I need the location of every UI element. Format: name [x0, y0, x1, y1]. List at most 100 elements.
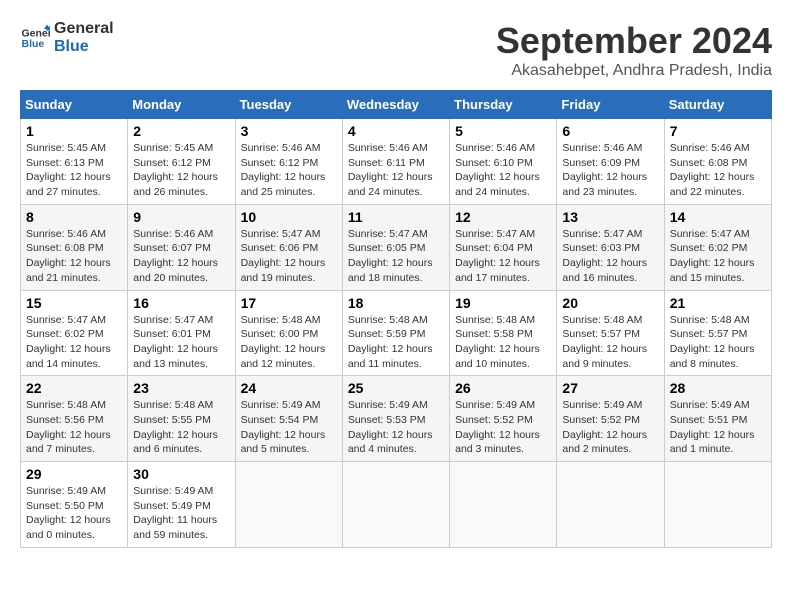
calendar-cell — [557, 462, 664, 548]
day-number: 11 — [348, 209, 444, 225]
day-number: 12 — [455, 209, 551, 225]
calendar-cell: 28 Sunrise: 5:49 AM Sunset: 5:51 PM Dayli… — [664, 376, 771, 462]
day-number: 26 — [455, 380, 551, 396]
subtitle: Akasahebpet, Andhra Pradesh, India — [496, 62, 772, 80]
calendar-cell: 7 Sunrise: 5:46 AM Sunset: 6:08 PM Daylig… — [664, 119, 771, 205]
weekday-header: Wednesday — [342, 91, 449, 119]
calendar-cell: 1 Sunrise: 5:45 AM Sunset: 6:13 PM Daylig… — [21, 119, 128, 205]
weekday-header: Thursday — [450, 91, 557, 119]
calendar-cell: 2Sunrise: 5:45 AM Sunset: 6:12 PM Daylig… — [128, 119, 235, 205]
title-block: September 2024 Akasahebpet, Andhra Prade… — [496, 20, 772, 80]
logo-line2: Blue — [54, 38, 114, 56]
day-info: Sunrise: 5:46 AM Sunset: 6:10 PM Dayligh… — [455, 141, 551, 200]
day-info: Sunrise: 5:47 AM Sunset: 6:02 PM Dayligh… — [26, 313, 122, 372]
calendar-cell — [664, 462, 771, 548]
calendar-cell: 25 Sunrise: 5:49 AM Sunset: 5:53 PM Dayli… — [342, 376, 449, 462]
day-number: 16 — [133, 295, 229, 311]
day-info: Sunrise: 5:48 AM Sunset: 5:58 PM Dayligh… — [455, 313, 551, 372]
svg-text:Blue: Blue — [22, 38, 45, 50]
calendar-cell: 6 Sunrise: 5:46 AM Sunset: 6:09 PM Daylig… — [557, 119, 664, 205]
day-info: Sunrise: 5:47 AM Sunset: 6:02 PM Dayligh… — [670, 227, 766, 286]
calendar-cell: 21 Sunrise: 5:48 AM Sunset: 5:57 PM Dayli… — [664, 290, 771, 376]
weekday-header: Sunday — [21, 91, 128, 119]
day-number: 6 — [562, 123, 658, 139]
day-number: 29 — [26, 466, 122, 482]
day-info: Sunrise: 5:47 AM Sunset: 6:05 PM Dayligh… — [348, 227, 444, 286]
day-number: 5 — [455, 123, 551, 139]
calendar-cell: 10 Sunrise: 5:47 AM Sunset: 6:06 PM Dayli… — [235, 204, 342, 290]
calendar-cell: 5 Sunrise: 5:46 AM Sunset: 6:10 PM Daylig… — [450, 119, 557, 205]
day-info: Sunrise: 5:49 AM Sunset: 5:54 PM Dayligh… — [241, 398, 337, 457]
logo-icon: General Blue — [20, 23, 50, 53]
day-number: 1 — [26, 123, 122, 139]
day-number: 9 — [133, 209, 229, 225]
day-number: 24 — [241, 380, 337, 396]
day-info: Sunrise: 5:48 AM Sunset: 5:57 PM Dayligh… — [670, 313, 766, 372]
calendar-cell: 16 Sunrise: 5:47 AM Sunset: 6:01 PM Dayli… — [128, 290, 235, 376]
day-info: Sunrise: 5:49 AM Sunset: 5:53 PM Dayligh… — [348, 398, 444, 457]
day-info: Sunrise: 5:45 AM Sunset: 6:13 PM Dayligh… — [26, 141, 122, 200]
day-number: 20 — [562, 295, 658, 311]
day-number: 30 — [133, 466, 229, 482]
day-number: 7 — [670, 123, 766, 139]
calendar-cell: 4 Sunrise: 5:46 AM Sunset: 6:11 PM Daylig… — [342, 119, 449, 205]
day-info: Sunrise: 5:49 AM Sunset: 5:51 PM Dayligh… — [670, 398, 766, 457]
day-info: Sunrise: 5:47 AM Sunset: 6:01 PM Dayligh… — [133, 313, 229, 372]
calendar-cell: 11 Sunrise: 5:47 AM Sunset: 6:05 PM Dayli… — [342, 204, 449, 290]
day-info: Sunrise: 5:48 AM Sunset: 5:56 PM Dayligh… — [26, 398, 122, 457]
day-number: 4 — [348, 123, 444, 139]
day-info: Sunrise: 5:48 AM Sunset: 5:59 PM Dayligh… — [348, 313, 444, 372]
day-info: Sunrise: 5:45 AM Sunset: 6:12 PM Dayligh… — [133, 141, 229, 200]
calendar-cell: 29 Sunrise: 5:49 AM Sunset: 5:50 PM Dayli… — [21, 462, 128, 548]
day-number: 3 — [241, 123, 337, 139]
day-number: 10 — [241, 209, 337, 225]
calendar-cell: 13 Sunrise: 5:47 AM Sunset: 6:03 PM Dayli… — [557, 204, 664, 290]
calendar-cell: 26Sunrise: 5:49 AM Sunset: 5:52 PM Dayli… — [450, 376, 557, 462]
calendar-cell: 14Sunrise: 5:47 AM Sunset: 6:02 PM Dayli… — [664, 204, 771, 290]
day-info: Sunrise: 5:46 AM Sunset: 6:08 PM Dayligh… — [26, 227, 122, 286]
weekday-header: Friday — [557, 91, 664, 119]
calendar-cell: 30Sunrise: 5:49 AM Sunset: 5:49 PM Dayli… — [128, 462, 235, 548]
day-info: Sunrise: 5:47 AM Sunset: 6:03 PM Dayligh… — [562, 227, 658, 286]
month-title: September 2024 — [496, 20, 772, 62]
day-info: Sunrise: 5:48 AM Sunset: 5:57 PM Dayligh… — [562, 313, 658, 372]
day-info: Sunrise: 5:46 AM Sunset: 6:09 PM Dayligh… — [562, 141, 658, 200]
logo: General Blue General Blue — [20, 20, 114, 55]
weekday-header: Tuesday — [235, 91, 342, 119]
day-number: 28 — [670, 380, 766, 396]
day-info: Sunrise: 5:46 AM Sunset: 6:07 PM Dayligh… — [133, 227, 229, 286]
calendar-cell: 19Sunrise: 5:48 AM Sunset: 5:58 PM Dayli… — [450, 290, 557, 376]
calendar-cell: 23Sunrise: 5:48 AM Sunset: 5:55 PM Dayli… — [128, 376, 235, 462]
calendar-cell — [342, 462, 449, 548]
day-number: 21 — [670, 295, 766, 311]
day-number: 8 — [26, 209, 122, 225]
calendar-cell: 18 Sunrise: 5:48 AM Sunset: 5:59 PM Dayli… — [342, 290, 449, 376]
day-number: 18 — [348, 295, 444, 311]
calendar-cell — [235, 462, 342, 548]
calendar-cell: 12 Sunrise: 5:47 AM Sunset: 6:04 PM Dayli… — [450, 204, 557, 290]
day-info: Sunrise: 5:48 AM Sunset: 6:00 PM Dayligh… — [241, 313, 337, 372]
day-info: Sunrise: 5:46 AM Sunset: 6:08 PM Dayligh… — [670, 141, 766, 200]
day-info: Sunrise: 5:49 AM Sunset: 5:52 PM Dayligh… — [562, 398, 658, 457]
day-info: Sunrise: 5:46 AM Sunset: 6:11 PM Dayligh… — [348, 141, 444, 200]
day-info: Sunrise: 5:46 AM Sunset: 6:12 PM Dayligh… — [241, 141, 337, 200]
calendar-cell: 15 Sunrise: 5:47 AM Sunset: 6:02 PM Dayli… — [21, 290, 128, 376]
calendar-cell: 17 Sunrise: 5:48 AM Sunset: 6:00 PM Dayli… — [235, 290, 342, 376]
day-info: Sunrise: 5:47 AM Sunset: 6:04 PM Dayligh… — [455, 227, 551, 286]
day-number: 17 — [241, 295, 337, 311]
calendar-cell: 20 Sunrise: 5:48 AM Sunset: 5:57 PM Dayli… — [557, 290, 664, 376]
header: General Blue General Blue September 2024… — [20, 20, 772, 80]
day-number: 22 — [26, 380, 122, 396]
day-number: 15 — [26, 295, 122, 311]
day-number: 13 — [562, 209, 658, 225]
calendar-cell: 22 Sunrise: 5:48 AM Sunset: 5:56 PM Dayli… — [21, 376, 128, 462]
logo-line1: General — [54, 20, 114, 38]
weekday-header: Saturday — [664, 91, 771, 119]
day-info: Sunrise: 5:49 AM Sunset: 5:50 PM Dayligh… — [26, 484, 122, 543]
weekday-header: Monday — [128, 91, 235, 119]
day-number: 27 — [562, 380, 658, 396]
calendar-cell: 27 Sunrise: 5:49 AM Sunset: 5:52 PM Dayli… — [557, 376, 664, 462]
calendar-cell: 9 Sunrise: 5:46 AM Sunset: 6:07 PM Daylig… — [128, 204, 235, 290]
day-number: 25 — [348, 380, 444, 396]
day-info: Sunrise: 5:47 AM Sunset: 6:06 PM Dayligh… — [241, 227, 337, 286]
